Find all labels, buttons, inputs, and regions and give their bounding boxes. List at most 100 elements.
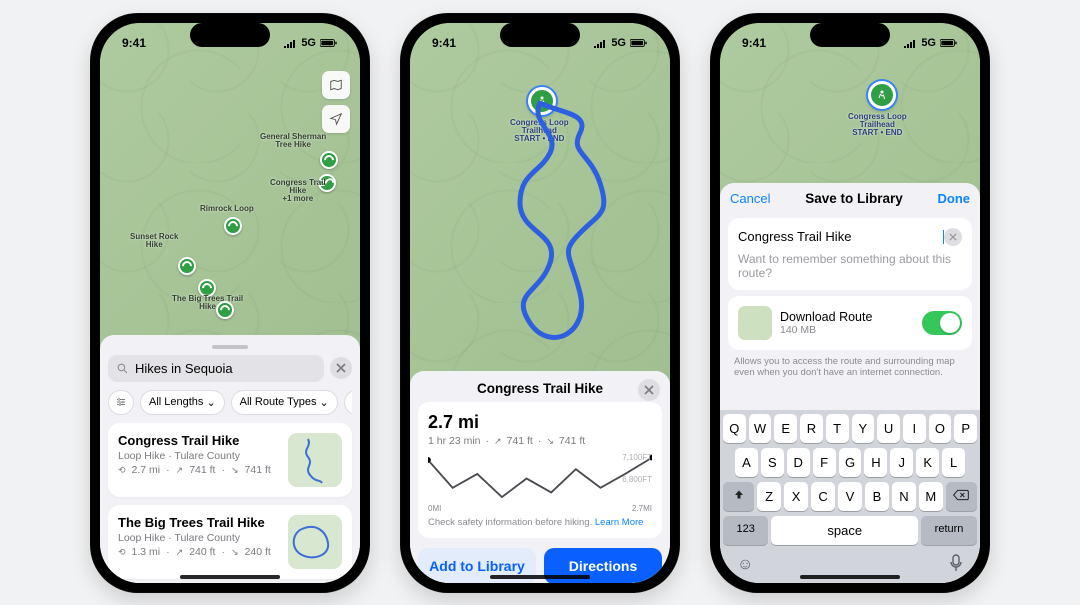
shift-key[interactable] [723,482,754,511]
descent-icon [546,435,554,447]
key-c[interactable]: C [811,482,835,511]
safety-note: Check safety information before hiking. … [428,517,652,528]
numbers-key[interactable]: 123 [723,516,768,545]
key-f[interactable]: F [813,448,836,477]
locate-button[interactable] [322,105,350,133]
download-hint: Allows you to access the route and surro… [720,350,980,380]
ascent-icon [176,464,184,476]
close-icon [949,233,957,241]
descent-icon [231,464,239,476]
close-icon [336,363,346,373]
key-u[interactable]: U [877,414,900,443]
battery-icon [630,38,648,48]
key-x[interactable]: X [784,482,808,511]
map-mode-button[interactable] [322,71,350,99]
search-icon [116,362,129,375]
route-note-input[interactable]: Want to remember something about this ro… [738,252,962,280]
filter-settings-button[interactable] [108,390,134,415]
signal-icon [593,38,607,48]
backspace-key[interactable] [946,482,977,511]
key-row-4: 123 space return [723,516,977,545]
list-item[interactable]: The Big Trees Trail Hike Loop Hike · Tul… [108,505,352,579]
home-indicator[interactable] [180,575,280,579]
download-thumb [738,306,772,340]
status-right: 5G [283,37,338,49]
key-t[interactable]: T [826,414,849,443]
screen-trail-detail: 9:41 5G Congress LoopTrailheadSTART • EN… [410,23,670,583]
status-time: 9:41 [742,36,766,50]
key-i[interactable]: I [903,414,926,443]
map-pin[interactable] [224,217,242,235]
result-thumb [288,515,342,569]
detail-body: 2.7 mi 1 hr 23 min· 741 ft· 741 ft 7,100… [418,402,662,538]
backspace-icon [953,489,969,501]
results-list[interactable]: Congress Trail Hike Loop Hike · Tulare C… [108,423,352,583]
key-l[interactable]: L [942,448,965,477]
key-h[interactable]: H [864,448,887,477]
key-n[interactable]: N [892,482,916,511]
key-z[interactable]: Z [757,482,781,511]
home-indicator[interactable] [490,575,590,579]
hiker-icon [876,89,888,101]
trailhead-label: Congress LoopTrailheadSTART • END [848,113,907,138]
download-toggle[interactable] [922,311,962,335]
cancel-button[interactable]: Cancel [730,191,770,206]
filter-length[interactable]: All Lengths⌄ [140,390,225,415]
key-g[interactable]: G [839,448,862,477]
key-row-3: ZXCVBNM [723,482,977,511]
key-row-1: QWERTYUIOP [723,414,977,443]
route-name-input[interactable] [738,229,942,244]
key-w[interactable]: W [749,414,772,443]
key-k[interactable]: K [916,448,939,477]
return-key[interactable]: return [921,516,977,545]
key-r[interactable]: R [800,414,823,443]
filter-elev[interactable]: All Elev [344,390,352,415]
home-indicator[interactable] [800,575,900,579]
map-icon [329,78,343,92]
key-a[interactable]: A [735,448,758,477]
search-input[interactable] [135,361,316,376]
key-e[interactable]: E [774,414,797,443]
key-y[interactable]: Y [852,414,875,443]
map-label: Sunset RockHike [130,233,178,250]
done-button[interactable]: Done [937,191,970,206]
key-p[interactable]: P [954,414,977,443]
sliders-icon [115,396,127,408]
dictation-key[interactable] [949,554,963,577]
key-o[interactable]: O [929,414,952,443]
key-q[interactable]: Q [723,414,746,443]
ascent-icon [494,435,502,447]
clear-name-button[interactable] [944,228,962,246]
filter-type[interactable]: All Route Types⌄ [231,390,338,415]
sheet-grabber[interactable] [212,345,248,349]
emoji-key[interactable]: ☺ [737,556,753,574]
download-title: Download Route [780,310,914,324]
result-title: The Big Trees Trail Hike [118,515,280,530]
trailhead-pin[interactable] [868,81,896,109]
key-s[interactable]: S [761,448,784,477]
loop-icon [118,464,126,476]
key-d[interactable]: D [787,448,810,477]
route-name-row[interactable] [738,228,962,246]
status-right: 5G [903,37,958,49]
clear-search-button[interactable] [330,357,352,379]
mic-icon [949,554,963,572]
list-item[interactable]: Congress Trail Hike Loop Hike · Tulare C… [108,423,352,497]
phone-1: 9:41 5G 2 General ShermanTree Hike Congr… [90,13,370,593]
map-pin[interactable] [320,151,338,169]
chevron-down-icon: ⌄ [206,396,215,409]
key-j[interactable]: J [890,448,913,477]
space-key[interactable]: space [771,516,918,545]
status-time: 9:41 [432,36,456,50]
key-v[interactable]: V [838,482,862,511]
signal-icon [283,38,297,48]
save-sheet: Cancel Save to Library Done Want to reme… [720,183,980,583]
key-m[interactable]: M [919,482,943,511]
keyboard-bottom-row: ☺ [723,550,977,577]
learn-more-link[interactable]: Learn More [595,517,644,528]
close-button[interactable] [638,379,660,401]
search-bar[interactable] [108,355,324,382]
map-pin[interactable] [178,257,196,275]
map-label: Congress TrailHike+1 more [270,179,326,204]
key-b[interactable]: B [865,482,889,511]
